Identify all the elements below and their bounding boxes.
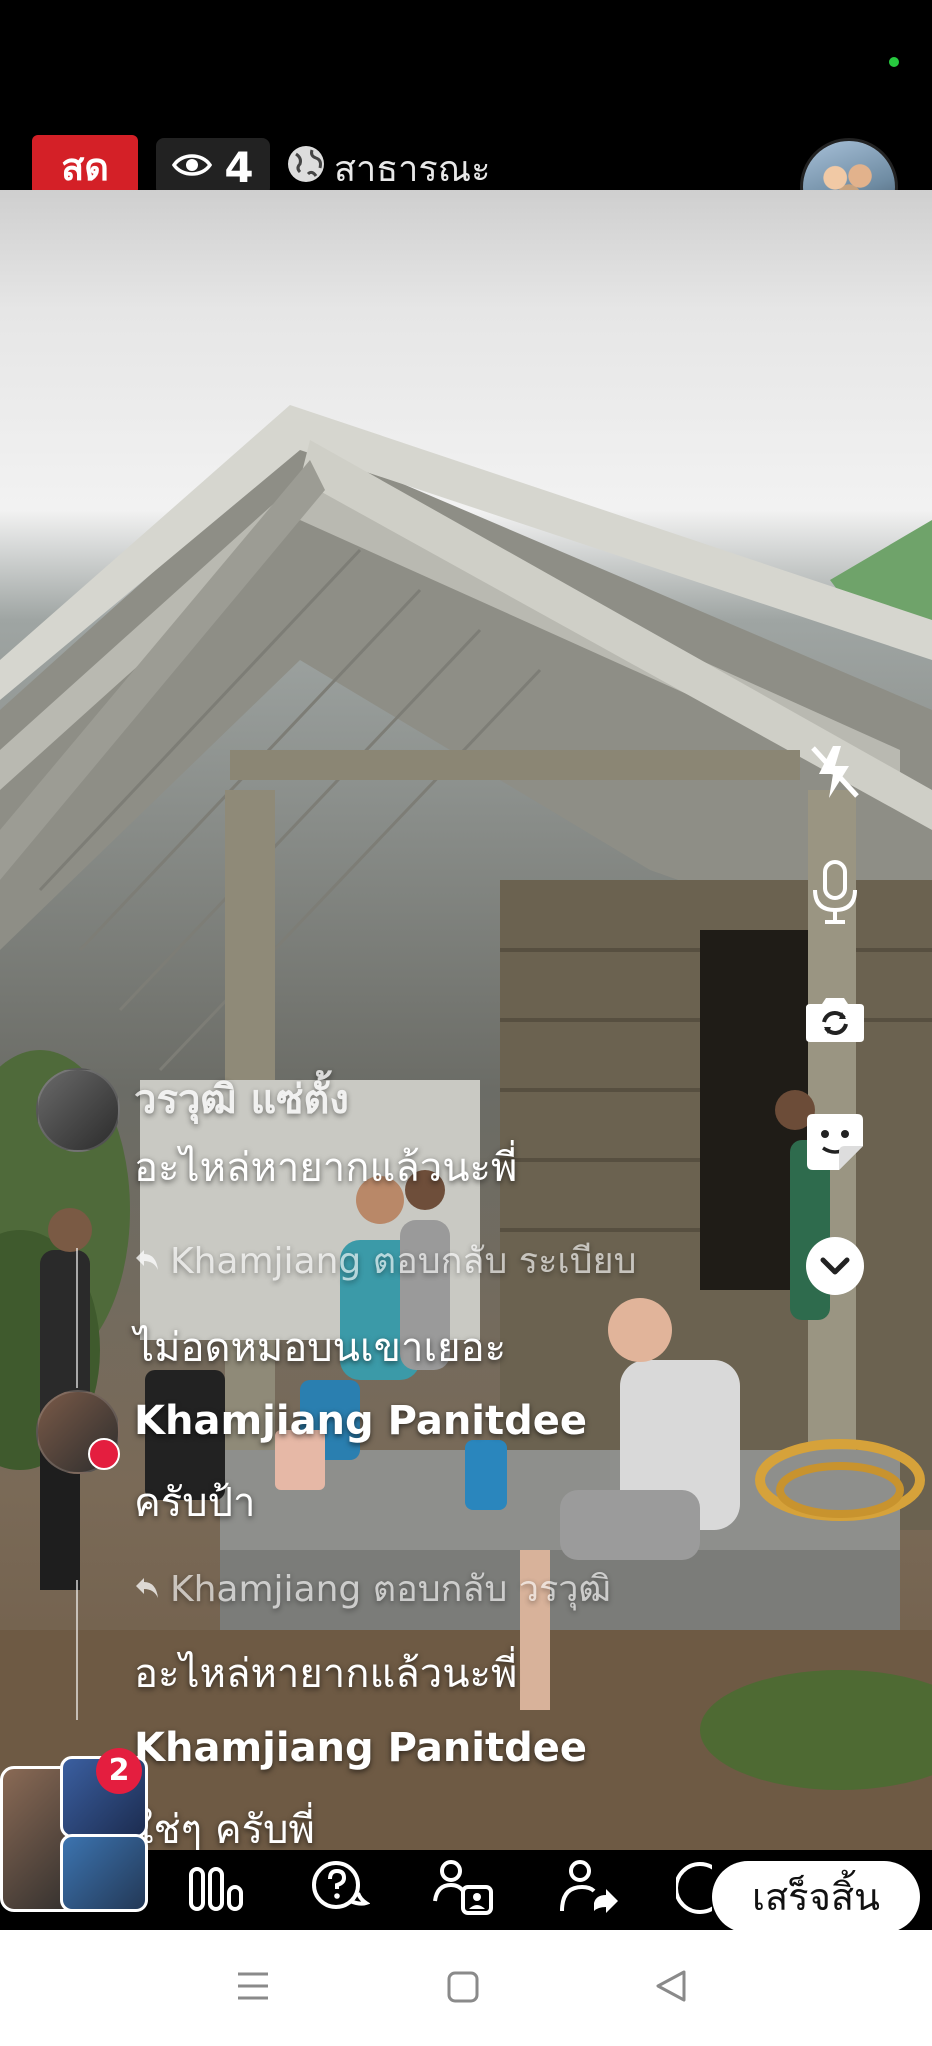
comment-text: อะไหล่หายากแล้วนะพี่: [134, 1145, 518, 1191]
privacy-label: สาธารณะ: [334, 149, 491, 190]
add-guest-icon: [433, 1859, 495, 1921]
comment-text: ครับป้า: [134, 1480, 256, 1526]
live-host-icon: [88, 1438, 120, 1470]
flash-off-icon: [807, 742, 863, 802]
finish-live-button[interactable]: เสร็จสิ้น: [712, 1861, 920, 1933]
comment-author[interactable]: Khamjiang Panitdee: [134, 1398, 587, 1444]
viewer-count-badge: 2: [96, 1748, 142, 1794]
menu-lines-icon: [236, 1972, 270, 2006]
thread-line: [76, 1248, 78, 1388]
person-share-icon: [560, 1859, 620, 1921]
flash-off-button[interactable]: [800, 737, 870, 807]
comment-author[interactable]: วรวุฒิ แซ่ตั้ง: [134, 1067, 349, 1131]
live-badge: สด: [32, 135, 138, 195]
reply-arrow-icon: [134, 1240, 160, 1281]
recent-apps-button[interactable]: [236, 1970, 270, 2006]
home-button[interactable]: [446, 1970, 480, 2008]
globe-icon: [286, 144, 326, 193]
commenter-avatar[interactable]: [36, 1390, 120, 1474]
eye-icon: [172, 152, 213, 182]
qa-button[interactable]: [310, 1859, 371, 1921]
commenter-avatar[interactable]: [36, 1068, 120, 1152]
comment-text: อะไหล่หายากแล้วนะพี่: [134, 1651, 518, 1697]
question-bubble-icon: [310, 1859, 371, 1921]
more-button[interactable]: [676, 1860, 712, 1920]
microphone-button[interactable]: [800, 858, 870, 928]
reply-context: Khamjiang ตอบกลับ วรวุฒิ: [134, 1560, 611, 1617]
viewer-count: 4: [224, 142, 254, 192]
collapse-controls-button[interactable]: [800, 1231, 870, 1301]
reply-arrow-icon: [134, 1568, 160, 1609]
comment-text: ไม่อดหมอบนเขาเยอะ: [134, 1325, 507, 1371]
microphone-icon: [811, 860, 859, 926]
viewer-count-pill[interactable]: 4: [156, 138, 270, 196]
reply-context-label: Khamjiang ตอบกลับ ระเบียบ: [170, 1241, 637, 1282]
partial-circle-icon: [676, 1860, 712, 1920]
invite-guest-button[interactable]: [433, 1859, 495, 1921]
reply-context-label: Khamjiang ตอบกลับ วรวุฒิ: [170, 1569, 612, 1610]
thread-line: [76, 1580, 78, 1720]
poll-icon: [188, 1865, 244, 1915]
back-button[interactable]: [654, 1968, 688, 2008]
camera-indicator-dot: [889, 57, 899, 67]
system-navigation-bar: [0, 1930, 932, 2046]
flip-camera-button[interactable]: [800, 983, 870, 1053]
privacy-setting[interactable]: สาธารณะ: [286, 140, 490, 197]
share-button[interactable]: [560, 1860, 620, 1920]
square-icon: [446, 1971, 480, 2008]
comment-author[interactable]: Khamjiang Panitdee: [134, 1725, 587, 1771]
back-triangle-icon: [654, 1970, 688, 2008]
viewer-avatar: [60, 1834, 148, 1912]
poll-button[interactable]: [186, 1860, 246, 1920]
sticker-button[interactable]: [800, 1107, 870, 1177]
chevron-down-icon: [804, 1235, 866, 1297]
flip-camera-icon: [804, 992, 866, 1044]
sticker-icon: [805, 1112, 865, 1172]
reply-context: Khamjiang ตอบกลับ ระเบียบ: [134, 1232, 637, 1289]
